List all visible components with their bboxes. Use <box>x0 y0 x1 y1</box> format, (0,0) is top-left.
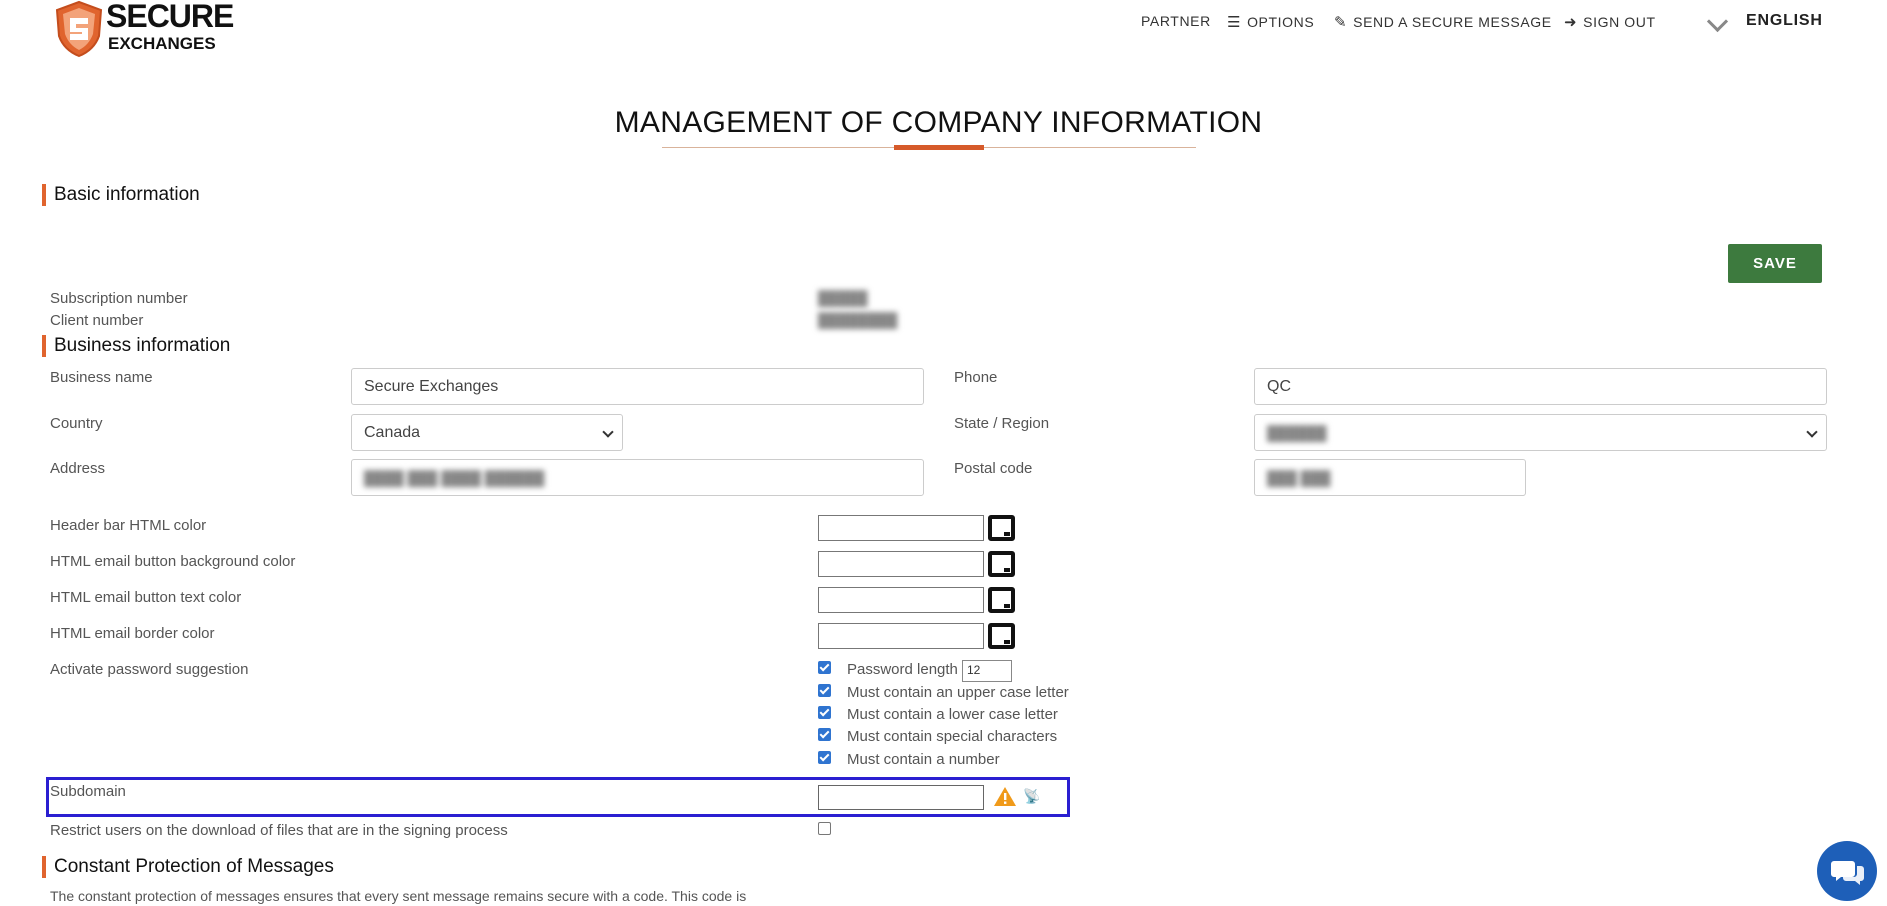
subdomain-input[interactable] <box>818 785 984 810</box>
nav-options[interactable]: ☰ OPTIONS <box>1227 13 1314 31</box>
restrict-download-label: Restrict users on the download of files … <box>50 822 508 839</box>
section-constant-protection: Constant Protection of Messages <box>42 856 334 878</box>
client-number-value: ████████ <box>818 312 898 328</box>
shield-logo-icon <box>55 0 103 58</box>
header-bar-color-input[interactable] <box>818 515 984 541</box>
number-label: Must contain a number <box>847 751 1000 768</box>
business-name-input[interactable]: Secure Exchanges <box>351 368 924 405</box>
page-title: MANAGEMENT OF COMPANY INFORMATION <box>614 106 1263 139</box>
password-length-input[interactable]: 12 <box>962 660 1012 682</box>
postal-code-label: Postal code <box>954 460 1033 477</box>
postal-code-input[interactable]: ███ ███ <box>1254 459 1526 496</box>
button-text-color-input[interactable] <box>818 587 984 613</box>
phone-label: Phone <box>954 369 998 386</box>
logo-text-secure: SECURE <box>106 0 234 34</box>
subscription-number-value: █████ <box>818 290 868 306</box>
nav-partner[interactable]: PARTNER <box>1141 13 1211 29</box>
postal-code-value: ███ ███ <box>1267 469 1331 486</box>
state-region-label: State / Region <box>954 415 1050 432</box>
edit-icon: ✎ <box>1334 14 1348 31</box>
nav-options-label: OPTIONS <box>1247 14 1315 30</box>
subdomain-label: Subdomain <box>50 783 126 800</box>
chat-bubble-icon <box>1831 861 1864 885</box>
state-region-value: ██████ <box>1267 424 1327 441</box>
header-bar-color-label: Header bar HTML color <box>50 517 207 534</box>
address-label: Address <box>50 460 106 477</box>
phone-input[interactable]: QC <box>1254 368 1827 405</box>
business-name-value: Secure Exchanges <box>364 377 499 395</box>
menu-icon: ☰ <box>1227 14 1242 31</box>
password-length-checkbox[interactable] <box>818 661 831 674</box>
button-bg-color-label: HTML email button background color <box>50 553 296 570</box>
button-text-color-label: HTML email button text color <box>50 589 242 606</box>
restrict-download-checkbox[interactable] <box>818 822 831 835</box>
upper-case-label: Must contain an upper case letter <box>847 684 1069 701</box>
address-value: ████ ███ ████ ██████ <box>364 469 545 486</box>
border-color-input[interactable] <box>818 623 984 649</box>
lower-case-label: Must contain a lower case letter <box>847 706 1058 723</box>
business-name-label: Business name <box>50 369 153 386</box>
secure-exchanges-logo[interactable]: SECURE EXCHANGES <box>54 0 234 58</box>
phone-value: QC <box>1267 377 1291 395</box>
country-select[interactable]: Canada <box>351 414 623 451</box>
header-bar-color-picker[interactable] <box>988 515 1015 541</box>
upper-case-checkbox[interactable] <box>818 684 831 697</box>
button-text-color-picker[interactable] <box>988 587 1015 613</box>
section-business-information: Business information <box>42 335 230 357</box>
title-accent-bar <box>894 145 984 150</box>
nav-sign-out[interactable]: ➜ SIGN OUT <box>1564 13 1656 31</box>
number-checkbox[interactable] <box>818 751 831 764</box>
border-color-label: HTML email border color <box>50 625 215 642</box>
border-color-picker[interactable] <box>988 623 1015 649</box>
button-bg-color-picker[interactable] <box>988 551 1015 577</box>
button-bg-color-input[interactable] <box>818 551 984 577</box>
subscription-number-label: Subscription number <box>50 290 188 307</box>
warning-icon <box>994 787 1016 806</box>
sign-out-icon: ➜ <box>1564 14 1578 31</box>
country-value: Canada <box>364 423 421 441</box>
chevron-down-icon[interactable] <box>1706 10 1729 33</box>
satellite-dish-icon[interactable]: 📡 <box>1023 788 1040 805</box>
country-label: Country <box>50 415 103 432</box>
address-input[interactable]: ████ ███ ████ ██████ <box>351 459 924 496</box>
nav-send-label: SEND A SECURE MESSAGE <box>1353 14 1552 30</box>
save-button[interactable]: SAVE <box>1728 244 1822 283</box>
nav-partner-label: PARTNER <box>1141 13 1211 29</box>
nav-send-secure-message[interactable]: ✎ SEND A SECURE MESSAGE <box>1334 13 1552 31</box>
password-suggestion-label: Activate password suggestion <box>50 661 249 678</box>
nav-signout-label: SIGN OUT <box>1583 14 1656 30</box>
chat-widget-button[interactable] <box>1817 841 1877 901</box>
language-selector[interactable]: ENGLISH <box>1746 12 1823 30</box>
header: SECURE EXCHANGES PARTNER ☰ OPTIONS ✎ SEND … <box>0 0 1887 60</box>
special-chars-label: Must contain special characters <box>847 728 1058 745</box>
lower-case-checkbox[interactable] <box>818 706 831 719</box>
special-chars-checkbox[interactable] <box>818 728 831 741</box>
state-region-select[interactable]: ██████ <box>1254 414 1827 451</box>
client-number-label: Client number <box>50 312 144 329</box>
section-basic-information: Basic information <box>42 184 200 206</box>
password-length-label: Password length <box>847 661 958 678</box>
logo-text-exchanges: EXCHANGES <box>108 34 216 52</box>
